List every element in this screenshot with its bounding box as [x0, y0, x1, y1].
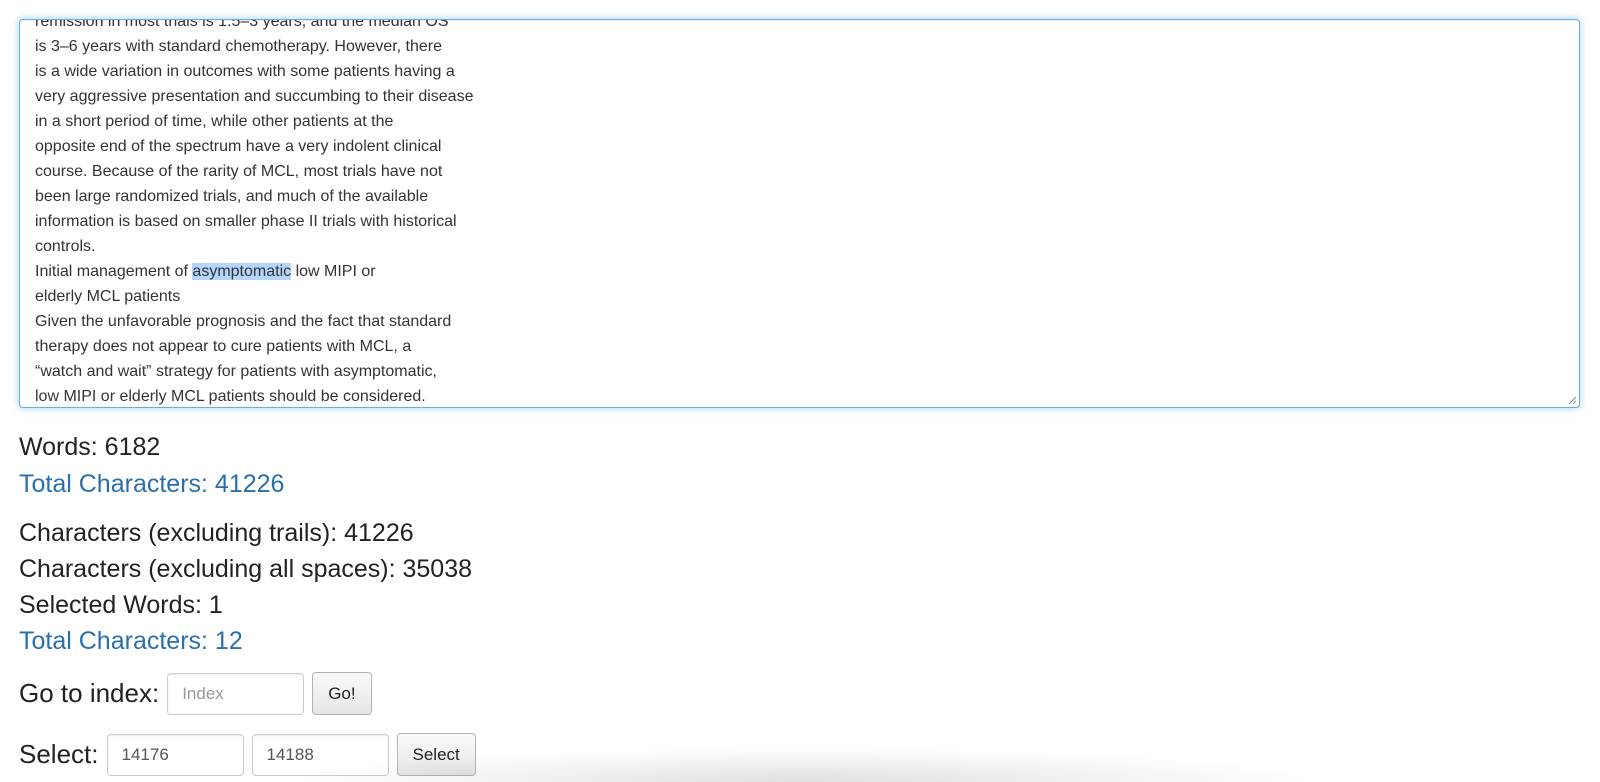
text-line: controls.	[35, 238, 96, 255]
text-line: opposite end of the spectrum have a very…	[35, 138, 442, 155]
text-line: very aggressive presentation and succumb…	[35, 88, 474, 105]
goto-index-label: Go to index:	[19, 678, 160, 708]
text-line: is 3–6 years with standard chemotherapy.…	[35, 38, 443, 55]
selected-total-characters-link[interactable]: Total Characters: 12	[19, 626, 243, 656]
text-line: Given the unfavorable prognosis and the …	[35, 313, 452, 330]
text-line: course. Because of the rarity of MCL, mo…	[35, 163, 443, 180]
text-line: is a wide variation in outcomes with som…	[35, 63, 455, 80]
characters-excluding-trails: Characters (excluding trails): 41226	[19, 519, 414, 547]
text-content[interactable]: remission in most trials is 1.5–3 years,…	[35, 19, 595, 407]
text-line: in a short period of time, while other p…	[35, 113, 394, 130]
text-editor[interactable]: remission in most trials is 1.5–3 years,…	[19, 19, 1580, 408]
text-line: remission in most trials is 1.5–3 years,…	[35, 19, 449, 30]
selected-words: Selected Words: 1	[19, 591, 223, 619]
select-range-row: Select: Select	[19, 733, 476, 776]
text-line: therapy does not appear to cure patients…	[35, 338, 412, 355]
text-line: “watch and wait” strategy for patients w…	[35, 363, 437, 380]
select-label: Select:	[19, 739, 99, 769]
characters-excluding-spaces: Characters (excluding all spaces): 35038	[19, 555, 473, 583]
total-characters-link[interactable]: Total Characters: 41226	[19, 469, 284, 499]
go-button[interactable]: Go!	[312, 672, 372, 715]
resize-grip-icon[interactable]	[1567, 395, 1577, 405]
word-count: Words: 6182	[19, 433, 161, 461]
text-line: information is based on smaller phase II…	[35, 213, 457, 230]
text-line: low MIPI or elderly MCL patients should …	[35, 388, 426, 405]
select-end-input[interactable]	[251, 733, 389, 776]
text-after-selection: low MIPI or	[291, 263, 376, 280]
text-line: elderly MCL patients	[35, 288, 181, 305]
text-line-with-selection: Initial management of asymptomatic low M…	[35, 259, 595, 284]
index-input[interactable]	[167, 672, 305, 715]
text-line: been large randomized trials, and much o…	[35, 188, 429, 205]
goto-index-row: Go to index: Go!	[19, 672, 372, 715]
selected-text: asymptomatic	[192, 263, 292, 280]
select-button[interactable]: Select	[396, 733, 476, 776]
select-start-input[interactable]	[106, 733, 244, 776]
text-before-selection: Initial management of	[35, 263, 193, 280]
